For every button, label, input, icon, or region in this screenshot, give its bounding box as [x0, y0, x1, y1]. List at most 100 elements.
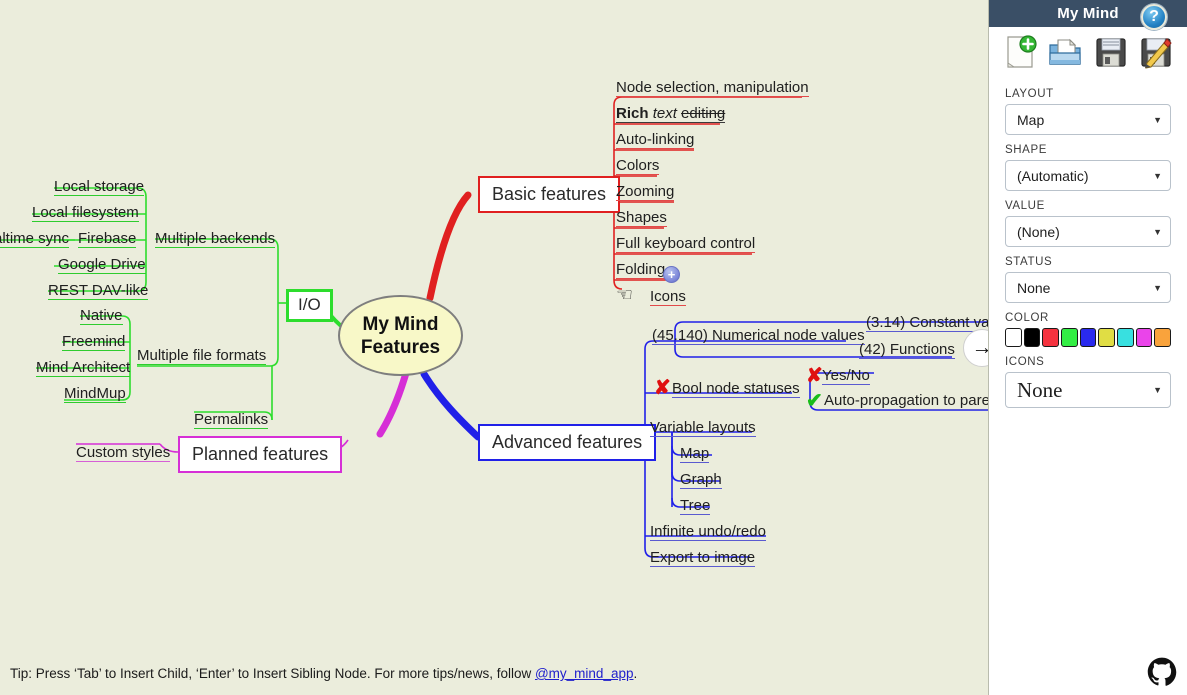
layout-select[interactable]: Map ▼ [1005, 104, 1171, 135]
node-custom-styles[interactable]: Custom styles [76, 444, 171, 462]
node-full-keyboard-control[interactable]: Full keyboard control [616, 235, 756, 253]
color-swatch-blue[interactable] [1079, 328, 1097, 347]
save-icon[interactable] [1092, 33, 1130, 71]
rich-text-bold: Rich [616, 105, 649, 122]
node-multiple-backends[interactable]: Multiple backends [155, 230, 276, 248]
tip-bar: Tip: Press ‘Tab’ to Insert Child, ‘Enter… [0, 658, 988, 695]
color-swatch-magenta[interactable] [1135, 328, 1153, 347]
chevron-down-icon: ▼ [1153, 226, 1162, 237]
node-local-storage[interactable]: Local storage [54, 178, 145, 196]
central-node-line1: My Mind [362, 313, 439, 335]
status-select[interactable]: None ▼ [1005, 272, 1171, 303]
shape-label: SHAPE [1005, 144, 1047, 156]
chevron-down-icon: ▼ [1153, 114, 1162, 125]
shape-select[interactable]: (Automatic) ▼ [1005, 160, 1171, 191]
node-io[interactable]: I/O [286, 289, 333, 322]
node-constant-value[interactable]: (3.14) Constant value [866, 314, 988, 332]
value-value: (None) [1017, 223, 1060, 240]
node-export-to-image[interactable]: Export to image [650, 549, 756, 567]
status-no-icon-yesno: ✘ [806, 365, 823, 387]
arrow-right-icon: → [971, 336, 989, 359]
node-bool-node-statuses[interactable]: Bool node statuses [672, 380, 800, 398]
node-shapes[interactable]: Shapes [616, 209, 667, 227]
shape-value: (Automatic) [1017, 167, 1089, 184]
central-node-line2: Features [360, 336, 441, 358]
chevron-down-icon: ▼ [1153, 170, 1162, 181]
node-infinite-undo-redo[interactable]: Infinite undo/redo [650, 523, 766, 541]
status-yes-icon-autoprop: ✔ [806, 390, 823, 412]
twitter-handle-link[interactable]: @my_mind_app [535, 666, 634, 681]
github-icon[interactable] [1147, 657, 1177, 687]
open-file-icon[interactable] [1046, 33, 1084, 71]
node-numerical-node-values[interactable]: (45.140) Numerical node values [652, 327, 865, 345]
status-label: STATUS [1005, 256, 1053, 268]
sidebar-panel: LAYOUT Map ▼ SHAPE (Automatic) ▼ VALUE (… [989, 88, 1187, 408]
central-node[interactable]: My Mind Features [338, 295, 463, 376]
node-node-selection-manipulation[interactable]: Node selection, manipulation [616, 79, 809, 97]
layout-label: LAYOUT [1005, 88, 1054, 100]
node-freemind[interactable]: Freemind [62, 333, 126, 351]
functions-label: Functions [889, 341, 955, 358]
node-mindmup[interactable]: MindMup [64, 385, 126, 403]
node-google-drive[interactable]: Google Drive [58, 256, 146, 274]
application-window: My Mind Features I/O Multiple backends L… [0, 0, 1187, 695]
new-file-icon[interactable] [1001, 33, 1039, 71]
fold-expand-icon[interactable]: + [663, 266, 680, 283]
value-select[interactable]: (None) ▼ [1005, 216, 1171, 247]
node-colors[interactable]: Colors [616, 157, 660, 175]
node-layout-tree[interactable]: Tree [680, 497, 711, 515]
color-swatch-white[interactable] [1005, 328, 1022, 347]
node-native[interactable]: Native [80, 307, 123, 325]
rich-text-strike: editing [681, 105, 726, 122]
color-swatch-cyan[interactable] [1117, 328, 1134, 347]
node-functions[interactable]: (42) Functions [859, 341, 955, 359]
sidebar-title-text: My Mind [1057, 5, 1119, 22]
tip-text-after: . [633, 666, 638, 681]
node-rest-dav-like[interactable]: REST DAV-like [48, 282, 149, 300]
node-local-filesystem[interactable]: Local filesystem [32, 204, 139, 222]
color-swatch-red[interactable] [1042, 328, 1060, 347]
icons-select[interactable]: None ▼ [1005, 372, 1171, 408]
help-icon[interactable]: ? [1141, 4, 1167, 30]
node-firebase[interactable]: Firebase [78, 230, 137, 248]
node-mind-architect[interactable]: Mind Architect [36, 359, 131, 377]
layout-value: Map [1017, 111, 1045, 128]
color-swatch-orange[interactable] [1154, 328, 1172, 347]
icons-value: None [1017, 377, 1063, 402]
color-swatch-black[interactable] [1023, 328, 1041, 347]
sidebar: My Mind LAYOUT Map ▼ SHAPE (Automatic) ▼… [988, 0, 1187, 695]
node-folding[interactable]: Folding [616, 261, 666, 279]
node-variable-layouts[interactable]: Variable layouts [650, 419, 756, 437]
tip-text-before: Tip: Press ‘Tab’ to Insert Child, ‘Enter… [10, 666, 535, 681]
node-layout-map[interactable]: Map [680, 445, 710, 463]
value-label: VALUE [1005, 200, 1045, 212]
node-icons[interactable]: Icons [650, 288, 686, 306]
node-yes-no[interactable]: Yes/No [822, 367, 870, 385]
status-value: None [1017, 279, 1051, 296]
mindmap-canvas[interactable]: My Mind Features I/O Multiple backends L… [0, 0, 988, 695]
node-rich-text-editing[interactable]: Rich text editing [616, 105, 726, 123]
save-as-icon[interactable] [1137, 33, 1175, 71]
node-auto-linking[interactable]: Auto-linking [616, 131, 695, 149]
node-auto-propagation-to-parent[interactable]: Auto-propagation to parent [824, 392, 988, 410]
chevron-down-icon: ▼ [1153, 385, 1162, 395]
constant-value-value: (3.14) [866, 314, 906, 331]
node-layout-graph[interactable]: Graph [680, 471, 722, 489]
functions-value: (42) [859, 341, 886, 358]
status-no-icon-bool: ✘ [654, 377, 671, 399]
pointing-hand-icon: ☜ [616, 285, 634, 306]
pan-right-arrow-button[interactable]: → [963, 329, 988, 367]
node-advanced-features[interactable]: Advanced features [478, 424, 657, 461]
color-swatch-yellow[interactable] [1098, 328, 1116, 347]
node-multiple-file-formats[interactable]: Multiple file formats [137, 347, 267, 365]
color-label: COLOR [1005, 312, 1049, 324]
node-zooming[interactable]: Zooming [616, 183, 675, 201]
constant-value-label: Constant value [909, 314, 988, 331]
numerical-node-values-value: (45.140) [652, 327, 708, 344]
node-planned-features[interactable]: Planned features [178, 436, 343, 473]
node-realtime-sync[interactable]: altime sync [0, 230, 70, 248]
node-permalinks[interactable]: Permalinks [194, 411, 269, 429]
node-basic-features[interactable]: Basic features [478, 176, 621, 213]
numerical-node-values-label: Numerical node values [712, 327, 865, 344]
color-swatch-green[interactable] [1061, 328, 1078, 347]
